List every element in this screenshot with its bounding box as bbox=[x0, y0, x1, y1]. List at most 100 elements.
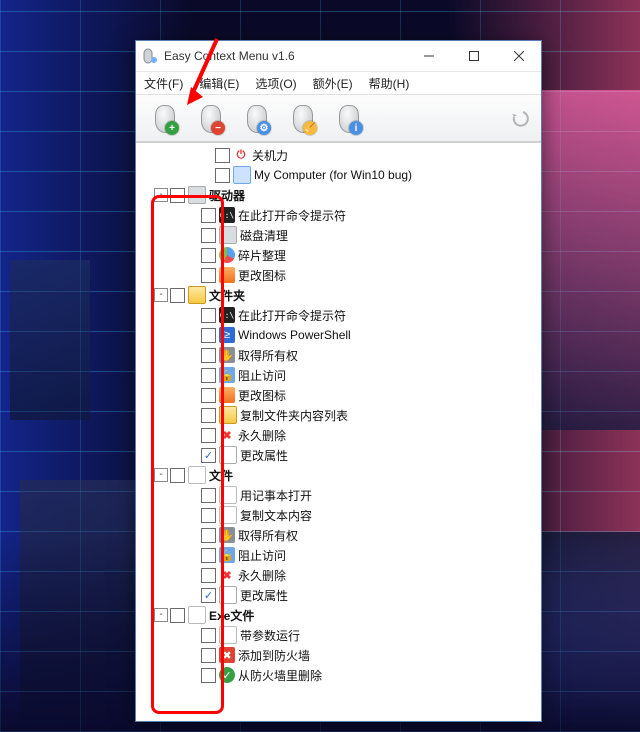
tree-checkbox[interactable] bbox=[201, 328, 216, 343]
tree-row[interactable]: C:\在此打开命令提示符 bbox=[140, 205, 541, 225]
tree-node-icon: ✖ bbox=[219, 647, 235, 663]
tree-node-label: 碎片整理 bbox=[238, 247, 286, 264]
tree-area[interactable]: ⏻关机力My Computer (for Win10 bug)-驱动器C:\在此… bbox=[136, 142, 541, 721]
tree-row[interactable]: 用记事本打开 bbox=[140, 485, 541, 505]
titlebar: Easy Context Menu v1.6 bbox=[136, 41, 541, 72]
tree-row[interactable]: - 驱动器 bbox=[140, 185, 541, 205]
tree-row[interactable]: 更改属性 bbox=[140, 585, 541, 605]
undo-icon[interactable] bbox=[509, 107, 531, 129]
tree-node-label: 阻止访问 bbox=[238, 547, 286, 564]
tree-row[interactable]: 更改图标 bbox=[140, 265, 541, 285]
tree-checkbox[interactable] bbox=[170, 468, 185, 483]
tree-row[interactable]: 磁盘清理 bbox=[140, 225, 541, 245]
tree-checkbox[interactable] bbox=[201, 668, 216, 683]
tree-row[interactable]: ✋取得所有权 bbox=[140, 345, 541, 365]
tree-node-icon bbox=[188, 606, 206, 624]
tree-row[interactable]: 碎片整理 bbox=[140, 245, 541, 265]
tree-node-icon bbox=[219, 626, 237, 644]
tree-node-icon bbox=[219, 486, 237, 504]
tree-row[interactable]: - 文件 bbox=[140, 465, 541, 485]
tree-row[interactable]: -Exe文件 bbox=[140, 605, 541, 625]
tree-checkbox[interactable] bbox=[170, 608, 185, 623]
tree-checkbox[interactable] bbox=[201, 348, 216, 363]
tree-checkbox[interactable] bbox=[201, 628, 216, 643]
tree-node-label: 文件夹 bbox=[209, 287, 245, 304]
tree-node-label: 驱动器 bbox=[209, 187, 245, 204]
tree-checkbox[interactable] bbox=[201, 648, 216, 663]
tree-checkbox[interactable] bbox=[201, 588, 216, 603]
tree-row[interactable]: ✓从防火墙里删除 bbox=[140, 665, 541, 685]
tree-checkbox[interactable] bbox=[201, 208, 216, 223]
tree-node-label: 从防火墙里删除 bbox=[238, 667, 322, 684]
tree-row[interactable]: ≥Windows PowerShell bbox=[140, 325, 541, 345]
tree-row[interactable]: 带参数运行 bbox=[140, 625, 541, 645]
tree-row[interactable]: ⏻关机力 bbox=[140, 145, 541, 165]
tree-checkbox[interactable] bbox=[215, 168, 230, 183]
tree-node-label: 更改图标 bbox=[238, 387, 286, 404]
tree-node-icon bbox=[188, 186, 206, 204]
tree-row[interactable]: C:\在此打开命令提示符 bbox=[140, 305, 541, 325]
tree-node-label: 永久删除 bbox=[238, 427, 286, 444]
tree-checkbox[interactable] bbox=[201, 488, 216, 503]
menu-help[interactable]: 帮助(H) bbox=[363, 73, 416, 94]
tree-row[interactable]: 更改属性 bbox=[140, 445, 541, 465]
minimize-button[interactable] bbox=[406, 41, 451, 71]
tree-checkbox[interactable] bbox=[201, 508, 216, 523]
tree-checkbox[interactable] bbox=[201, 568, 216, 583]
tree-row[interactable]: ✖永久删除 bbox=[140, 565, 541, 585]
tree-checkbox[interactable] bbox=[201, 268, 216, 283]
tree-node-label: 文件 bbox=[209, 467, 233, 484]
tree-row[interactable]: ✋取得所有权 bbox=[140, 525, 541, 545]
toolbar-apply-remove-button[interactable]: − bbox=[188, 99, 232, 137]
tree-row[interactable]: ✖添加到防火墙 bbox=[140, 645, 541, 665]
toolbar-apply-add-button[interactable]: + bbox=[142, 99, 186, 137]
tree-checkbox[interactable] bbox=[201, 428, 216, 443]
tree-checkbox[interactable] bbox=[201, 408, 216, 423]
tree-node-icon bbox=[219, 247, 235, 263]
tree-checkbox[interactable] bbox=[215, 148, 230, 163]
menu-file[interactable]: 文件(F) bbox=[138, 73, 189, 94]
tree-node-label: 关机力 bbox=[252, 147, 288, 164]
tree-node-icon bbox=[219, 406, 237, 424]
maximize-button[interactable] bbox=[451, 41, 496, 71]
tree-expander[interactable]: - bbox=[154, 608, 168, 622]
tree-row[interactable]: - 文件夹 bbox=[140, 285, 541, 305]
tree-expander[interactable]: - bbox=[154, 468, 168, 482]
tree-node-label: My Computer (for Win10 bug) bbox=[254, 168, 412, 182]
tree-node-label: 复制文件夹内容列表 bbox=[240, 407, 348, 424]
tree-node-label: 取得所有权 bbox=[238, 527, 298, 544]
tree-checkbox[interactable] bbox=[201, 248, 216, 263]
tree-row[interactable]: 复制文件夹内容列表 bbox=[140, 405, 541, 425]
tree-node-icon bbox=[233, 166, 251, 184]
tree-checkbox[interactable] bbox=[170, 288, 185, 303]
tree-node-icon: ✋ bbox=[219, 347, 235, 363]
close-button[interactable] bbox=[496, 41, 541, 71]
tree-checkbox[interactable] bbox=[201, 308, 216, 323]
tree-node-icon bbox=[219, 506, 237, 524]
tree-checkbox[interactable] bbox=[170, 188, 185, 203]
toolbar-about-button[interactable]: i bbox=[326, 99, 370, 137]
tree-checkbox[interactable] bbox=[201, 388, 216, 403]
tree-row[interactable]: 🔒阻止访问 bbox=[140, 365, 541, 385]
menu-extra[interactable]: 额外(E) bbox=[307, 73, 359, 94]
toolbar-clean-button[interactable]: 🧹 bbox=[280, 99, 324, 137]
tree-checkbox[interactable] bbox=[201, 448, 216, 463]
tree-checkbox[interactable] bbox=[201, 528, 216, 543]
tree-checkbox[interactable] bbox=[201, 228, 216, 243]
app-window: Easy Context Menu v1.6 文件(F) 编辑(E) 选项(O)… bbox=[135, 40, 542, 722]
tree-row[interactable]: ✖永久删除 bbox=[140, 425, 541, 445]
tree-row[interactable]: 复制文本内容 bbox=[140, 505, 541, 525]
mouse-remove-icon: − bbox=[197, 103, 223, 133]
tree-expander[interactable]: - bbox=[154, 288, 168, 302]
menu-options[interactable]: 选项(O) bbox=[249, 73, 302, 94]
tree-node-icon bbox=[188, 466, 206, 484]
menu-edit[interactable]: 编辑(E) bbox=[193, 73, 245, 94]
tree-node-label: 在此打开命令提示符 bbox=[238, 307, 346, 324]
tree-row[interactable]: My Computer (for Win10 bug) bbox=[140, 165, 541, 185]
toolbar-settings-button[interactable]: ⚙ bbox=[234, 99, 278, 137]
tree-checkbox[interactable] bbox=[201, 548, 216, 563]
tree-checkbox[interactable] bbox=[201, 368, 216, 383]
tree-row[interactable]: 🔒阻止访问 bbox=[140, 545, 541, 565]
tree-expander[interactable]: - bbox=[154, 188, 168, 202]
tree-row[interactable]: 更改图标 bbox=[140, 385, 541, 405]
